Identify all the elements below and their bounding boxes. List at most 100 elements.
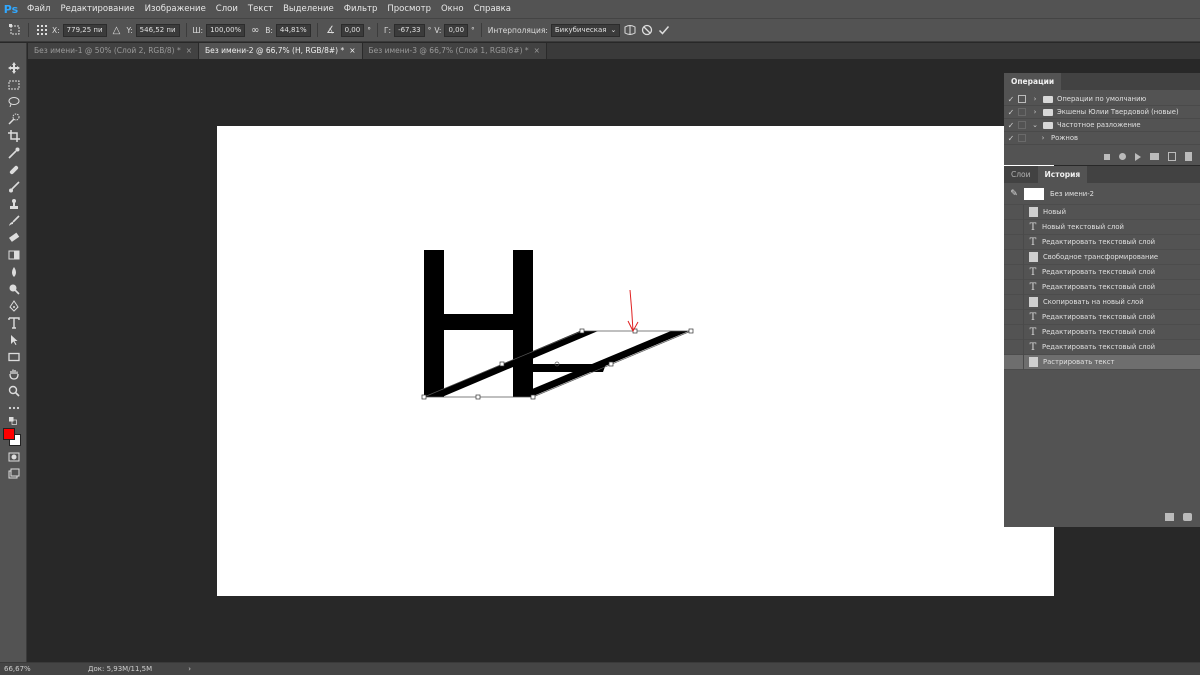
action-set-row[interactable]: ✓ ⌄ Частотное разложение: [1004, 119, 1200, 132]
document-canvas[interactable]: [217, 126, 1054, 596]
history-source-slot[interactable]: [1004, 204, 1024, 220]
width-input[interactable]: 100,00%: [206, 23, 246, 37]
history-state-row[interactable]: Свободное трансформирование: [1004, 249, 1200, 265]
menu-item[interactable]: Фильтр: [339, 0, 383, 18]
history-state-row[interactable]: T Редактировать текстовый слой: [1004, 309, 1200, 325]
transform-tool-icon[interactable]: [8, 23, 22, 37]
history-source-slot[interactable]: [1004, 249, 1024, 265]
history-state-row[interactable]: T Редактировать текстовый слой: [1004, 264, 1200, 280]
record-icon[interactable]: [1119, 153, 1126, 160]
chevron-right-icon[interactable]: ›: [1031, 108, 1039, 116]
action-row[interactable]: ✓ › Рожнов: [1004, 132, 1200, 145]
history-snapshot-row[interactable]: ✎ Без имени-2: [1004, 183, 1200, 205]
horizontal-skew-input[interactable]: -67,33: [394, 23, 425, 37]
quick-mask-icon[interactable]: [0, 448, 27, 465]
delta-icon[interactable]: △: [110, 23, 124, 37]
dialog-toggle-icon[interactable]: [1018, 95, 1026, 103]
chevron-right-icon[interactable]: ›: [188, 665, 191, 673]
commit-transform-icon[interactable]: [657, 23, 671, 37]
angle-input[interactable]: 0,00: [340, 23, 365, 37]
delete-icon[interactable]: [1185, 152, 1192, 161]
dialog-toggle-icon[interactable]: [1018, 108, 1026, 116]
tab-history[interactable]: История: [1037, 166, 1088, 183]
lasso-tool-icon[interactable]: [0, 93, 27, 110]
gradient-tool-icon[interactable]: [0, 246, 27, 263]
document-tab-active[interactable]: Без имени-2 @ 66,7% (H, RGB/8#) * ×: [199, 43, 363, 59]
hand-tool-icon[interactable]: [0, 365, 27, 382]
move-tool-icon[interactable]: [0, 59, 27, 76]
x-input[interactable]: 779,25 пи: [62, 23, 107, 37]
height-input[interactable]: 44,81%: [275, 23, 311, 37]
history-source-slot[interactable]: [1004, 309, 1024, 325]
history-brush-tool-icon[interactable]: [0, 212, 27, 229]
close-icon[interactable]: ×: [534, 43, 540, 59]
brush-tool-icon[interactable]: [0, 178, 27, 195]
dodge-tool-icon[interactable]: [0, 280, 27, 297]
check-icon[interactable]: ✓: [1004, 134, 1018, 143]
history-source-slot[interactable]: [1004, 339, 1024, 355]
new-document-from-state-icon[interactable]: [1165, 513, 1174, 521]
history-state-row[interactable]: T Редактировать текстовый слой: [1004, 339, 1200, 355]
type-tool-icon[interactable]: [0, 314, 27, 331]
eyedropper-tool-icon[interactable]: [0, 144, 27, 161]
pen-tool-icon[interactable]: [0, 297, 27, 314]
interpolation-select[interactable]: Бикубическая ⌄: [550, 23, 621, 37]
history-state-row[interactable]: T Редактировать текстовый слой: [1004, 279, 1200, 295]
default-colors-icon[interactable]: [0, 416, 27, 426]
history-brush-icon[interactable]: ✎: [1004, 189, 1024, 199]
chevron-right-icon[interactable]: ›: [1039, 134, 1047, 142]
dialog-toggle-icon[interactable]: [1018, 121, 1026, 129]
more-tools-icon[interactable]: [0, 399, 27, 416]
warp-mode-icon[interactable]: [623, 23, 637, 37]
document-tab[interactable]: Без имени-3 @ 66,7% (Слой 1, RGB/8#) * ×: [362, 43, 547, 59]
eraser-tool-icon[interactable]: [0, 229, 27, 246]
blur-tool-icon[interactable]: [0, 263, 27, 280]
history-source-slot[interactable]: [1004, 294, 1024, 310]
document-tab[interactable]: Без имени-1 @ 50% (Слой 2, RGB/8) * ×: [28, 43, 200, 59]
rectangle-tool-icon[interactable]: [0, 348, 27, 365]
history-state-row[interactable]: T Редактировать текстовый слой: [1004, 324, 1200, 340]
history-state-row[interactable]: T Редактировать текстовый слой: [1004, 234, 1200, 250]
history-source-slot[interactable]: [1004, 264, 1024, 280]
history-source-slot[interactable]: [1004, 279, 1024, 295]
close-icon[interactable]: ×: [186, 43, 192, 59]
chevron-right-icon[interactable]: ›: [1031, 95, 1039, 103]
check-icon[interactable]: ✓: [1004, 121, 1018, 130]
cancel-transform-icon[interactable]: [640, 23, 654, 37]
tab-layers[interactable]: Слои: [1004, 166, 1038, 183]
history-source-slot[interactable]: [1004, 324, 1024, 340]
action-set-row[interactable]: ✓ › Операции по умолчанию: [1004, 93, 1200, 106]
menu-item[interactable]: Файл: [22, 0, 55, 18]
history-state-row[interactable]: T Новый текстовый слой: [1004, 219, 1200, 235]
link-icon[interactable]: ∞: [248, 23, 262, 37]
history-state-row[interactable]: Растрировать текст: [1004, 354, 1200, 370]
vertical-skew-input[interactable]: 0,00: [444, 23, 469, 37]
check-icon[interactable]: ✓: [1004, 95, 1018, 104]
action-set-row[interactable]: ✓ › Экшены Юлии Твердовой (новые): [1004, 106, 1200, 119]
menu-item[interactable]: Слои: [211, 0, 243, 18]
y-input[interactable]: 546,52 пи: [135, 23, 180, 37]
history-state-row[interactable]: Скопировать на новый слой: [1004, 294, 1200, 310]
clone-stamp-tool-icon[interactable]: [0, 195, 27, 212]
new-action-icon[interactable]: [1168, 152, 1176, 161]
play-icon[interactable]: [1135, 152, 1141, 161]
history-source-slot[interactable]: [1004, 234, 1024, 250]
chevron-down-icon[interactable]: ⌄: [1031, 121, 1039, 129]
check-icon[interactable]: ✓: [1004, 108, 1018, 117]
menu-item[interactable]: Редактирование: [55, 0, 139, 18]
menu-item[interactable]: Текст: [243, 0, 278, 18]
tab-actions[interactable]: Операции: [1004, 73, 1062, 90]
menu-item[interactable]: Просмотр: [382, 0, 436, 18]
new-set-icon[interactable]: [1150, 153, 1159, 160]
history-source-slot[interactable]: [1004, 354, 1024, 370]
crop-tool-icon[interactable]: [0, 127, 27, 144]
stop-icon[interactable]: [1104, 153, 1110, 160]
camera-icon[interactable]: [1183, 513, 1192, 521]
menu-item[interactable]: Выделение: [278, 0, 339, 18]
menu-item[interactable]: Изображение: [140, 0, 211, 18]
dialog-toggle-icon[interactable]: [1018, 134, 1026, 142]
quick-selection-tool-icon[interactable]: [0, 110, 27, 127]
reference-point-icon[interactable]: [35, 23, 49, 37]
marquee-tool-icon[interactable]: [0, 76, 27, 93]
menu-item[interactable]: Справка: [469, 0, 516, 18]
